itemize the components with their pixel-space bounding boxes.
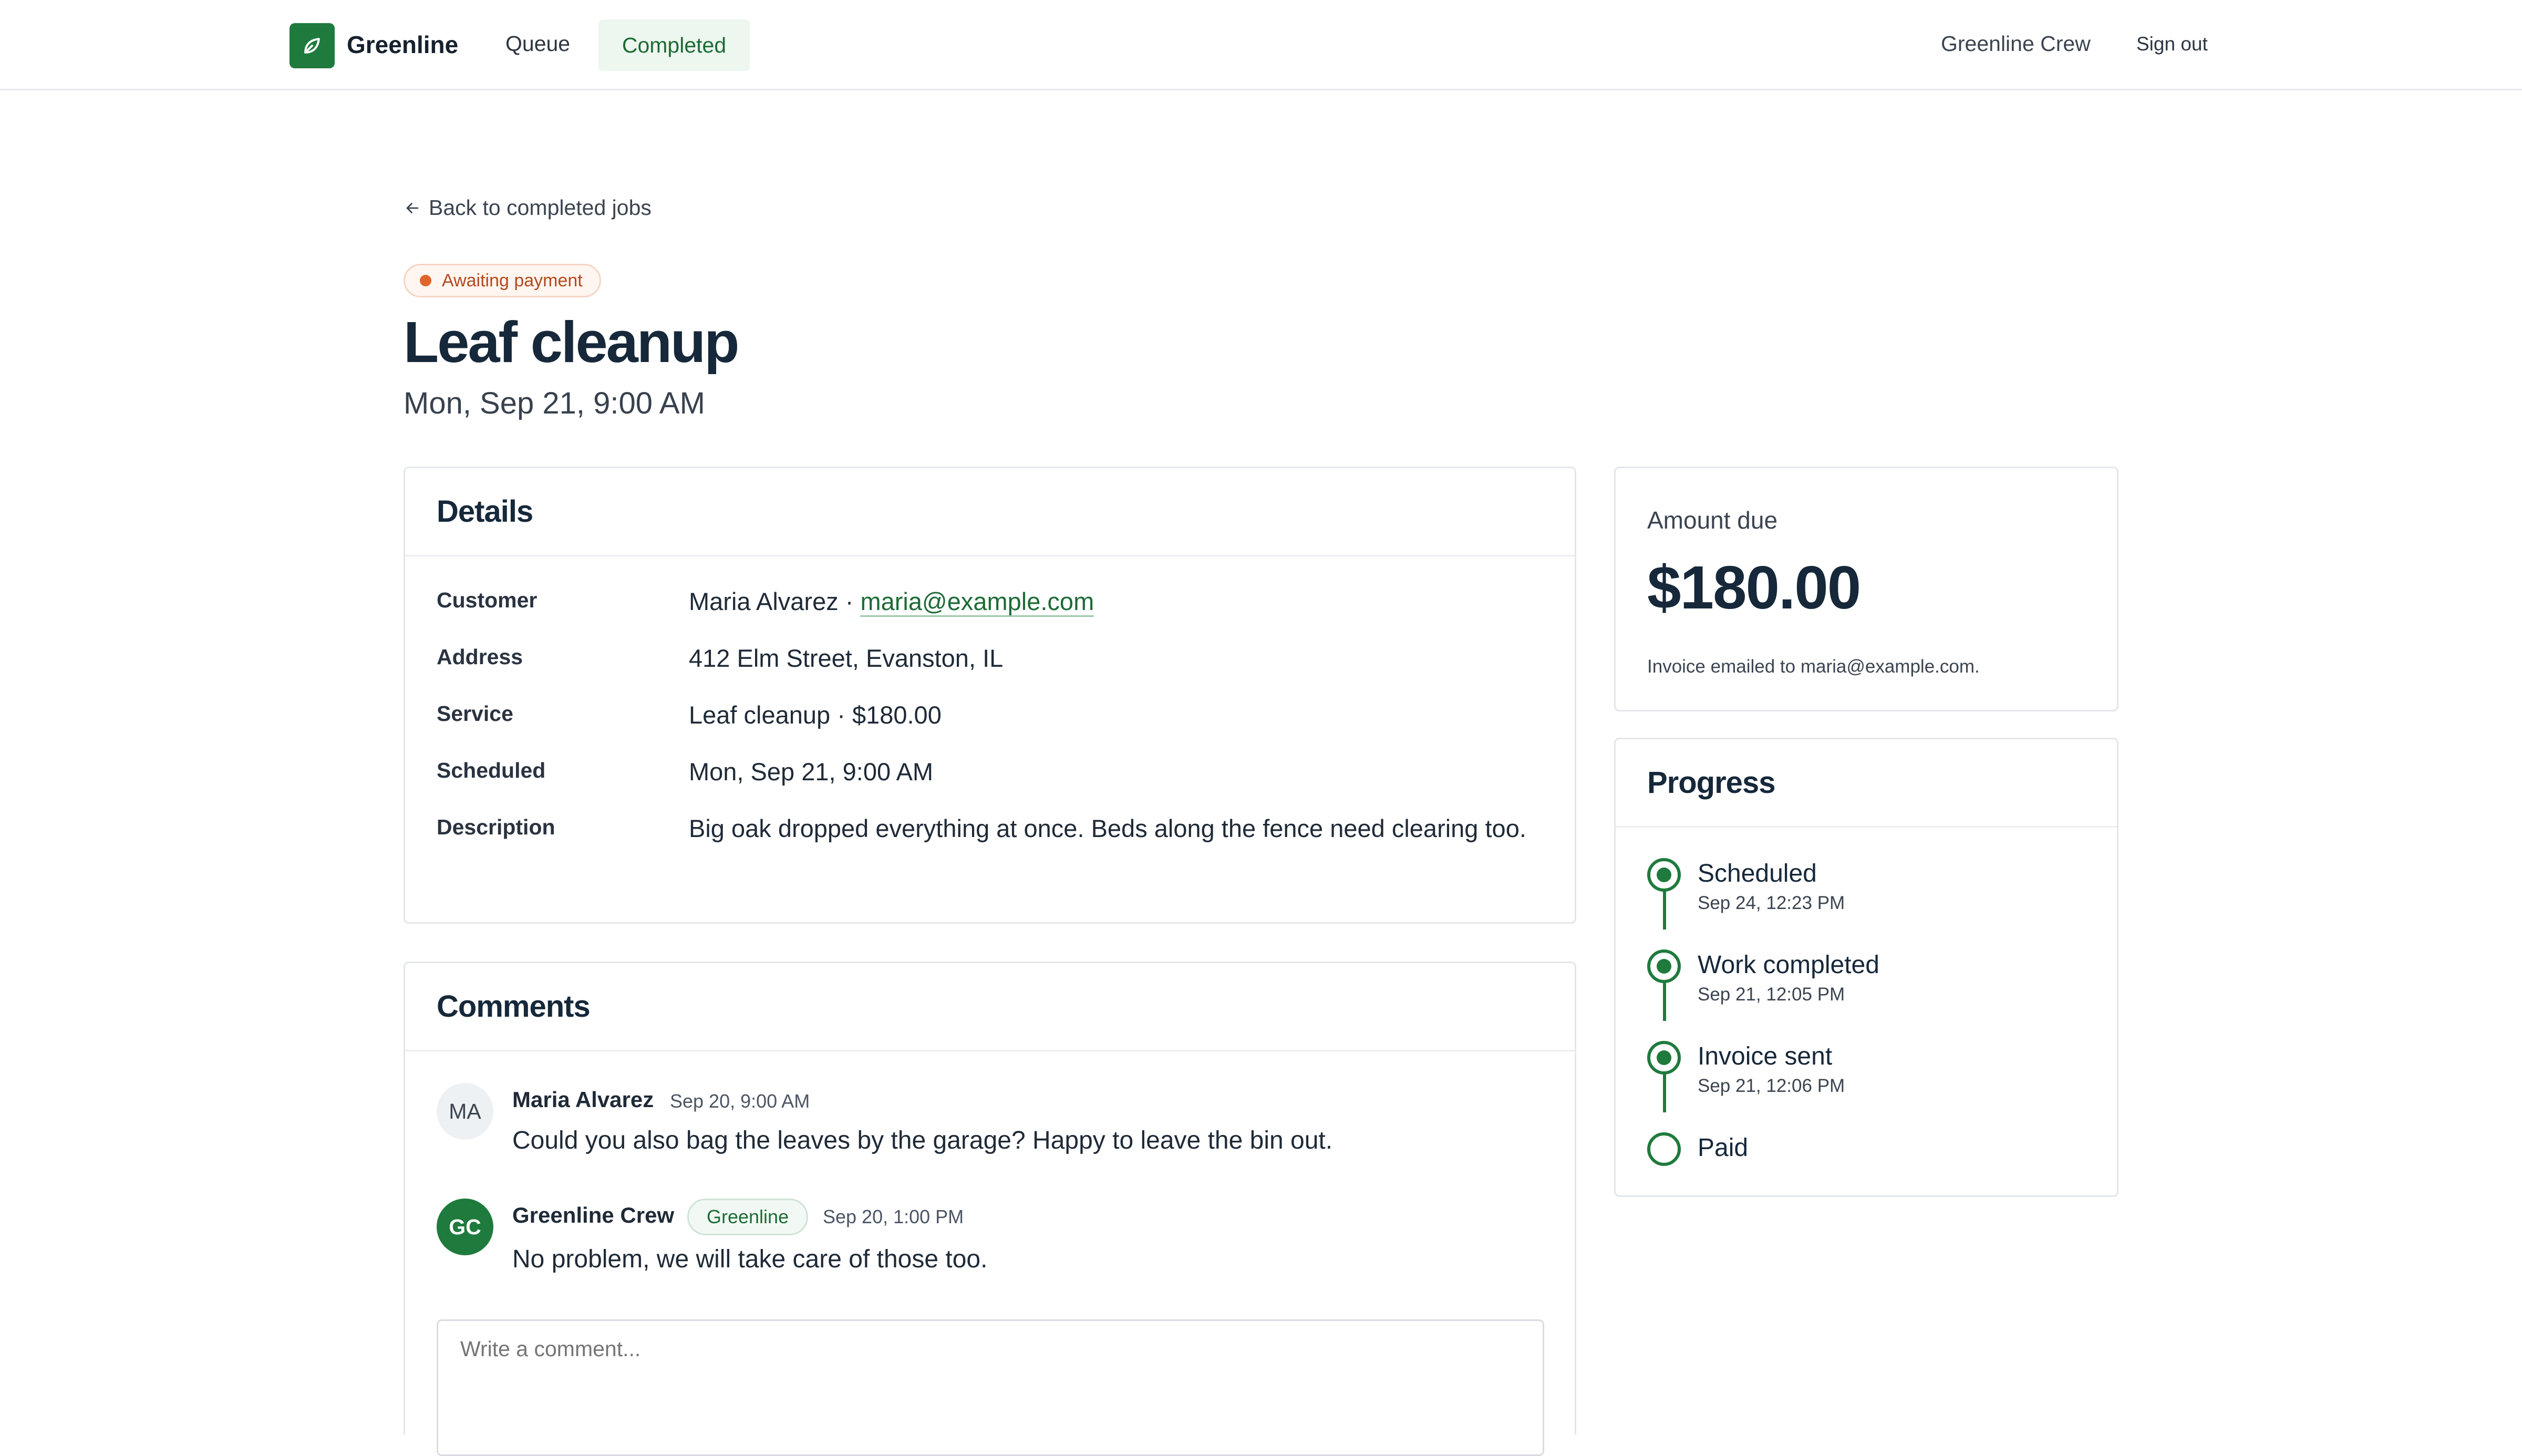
step-date: Sep 24, 12:23 PM: [1698, 893, 1845, 913]
comment-time: Sep 20, 1:00 PM: [823, 1206, 964, 1227]
amount-due-card: Amount due $180.00 Invoice emailed to ma…: [1614, 467, 2118, 711]
top-navigation: Greenline Queue Completed Greenline Crew…: [0, 0, 2522, 90]
step-name: Paid: [1698, 1134, 1749, 1162]
step-complete-icon: [1647, 858, 1681, 892]
job-datetime: Mon, Sep 21, 9:00 AM: [404, 386, 705, 420]
description-value: Big oak dropped everything at once. Beds…: [689, 814, 1526, 842]
invoice-note: Invoice emailed to maria@example.com.: [1647, 656, 1980, 677]
sign-out-button[interactable]: Sign out: [2136, 33, 2208, 55]
step-pending-icon: [1647, 1132, 1681, 1166]
page-title: Leaf cleanup: [404, 310, 739, 375]
step-name: Invoice sent: [1698, 1042, 1833, 1070]
nav-completed-link[interactable]: Completed: [598, 19, 750, 71]
address-label: Address: [437, 645, 523, 669]
customer-name: Maria Alvarez ·: [689, 587, 854, 615]
step-name: Work completed: [1698, 951, 1879, 979]
nav-queue-link[interactable]: Queue: [505, 32, 570, 56]
description-label: Description: [437, 815, 555, 839]
comments-heading: Comments: [405, 963, 1575, 1051]
status-badge-label: Awaiting payment: [442, 270, 583, 291]
progress-heading: Progress: [1616, 739, 2117, 828]
status-badge: Awaiting payment: [404, 264, 601, 297]
back-link-label: Back to completed jobs: [429, 195, 652, 220]
amount-due-label: Amount due: [1647, 507, 1778, 534]
leaf-logo-icon[interactable]: [290, 23, 335, 68]
scheduled-value: Mon, Sep 21, 9:00 AM: [689, 758, 934, 786]
comment-input[interactable]: [437, 1319, 1544, 1456]
comment-text: No problem, we will take care of those t…: [512, 1245, 988, 1273]
avatar: GC: [437, 1199, 493, 1255]
avatar: MA: [437, 1083, 493, 1140]
customer-label: Customer: [437, 588, 538, 612]
service-label: Service: [437, 701, 513, 726]
progress-card: Progress Scheduled Sep 24, 12:23 PM Work…: [1614, 738, 2118, 1197]
service-value: Leaf cleanup · $180.00: [689, 701, 942, 729]
arrow-left-icon: [406, 202, 419, 213]
customer-value: Maria Alvarez · maria@example.com: [689, 583, 1529, 621]
step-date: Sep 21, 12:06 PM: [1698, 1076, 1845, 1096]
step-name: Scheduled: [1698, 860, 1817, 887]
step-complete-icon: [1647, 949, 1681, 983]
brand-name[interactable]: Greenline: [347, 30, 458, 59]
comment-time: Sep 20, 9:00 AM: [670, 1090, 810, 1112]
customer-email-link[interactable]: maria@example.com: [860, 587, 1094, 617]
status-dot-icon: [420, 275, 431, 286]
details-heading: Details: [405, 468, 1575, 556]
back-link[interactable]: Back to completed jobs: [404, 195, 652, 220]
amount-due-value: $180.00: [1647, 553, 1861, 622]
step-complete-icon: [1647, 1041, 1681, 1075]
comments-card: Comments MA Maria Alvarez Sep 20, 9:00 A…: [404, 962, 1576, 1456]
comment-author: Maria Alvarez: [512, 1087, 654, 1112]
comment-text: Could you also bag the leaves by the gar…: [512, 1127, 1333, 1154]
address-value: 412 Elm Street, Evanston, IL: [689, 644, 1004, 672]
staff-tag: Greenline: [687, 1199, 809, 1235]
step-date: Sep 21, 12:05 PM: [1698, 984, 1845, 1005]
comment-author: Greenline Crew: [512, 1203, 675, 1227]
scheduled-label: Scheduled: [437, 758, 546, 782]
details-card: Details Customer Maria Alvarez · maria@e…: [404, 467, 1576, 924]
account-name[interactable]: Greenline Crew: [1941, 32, 2091, 56]
